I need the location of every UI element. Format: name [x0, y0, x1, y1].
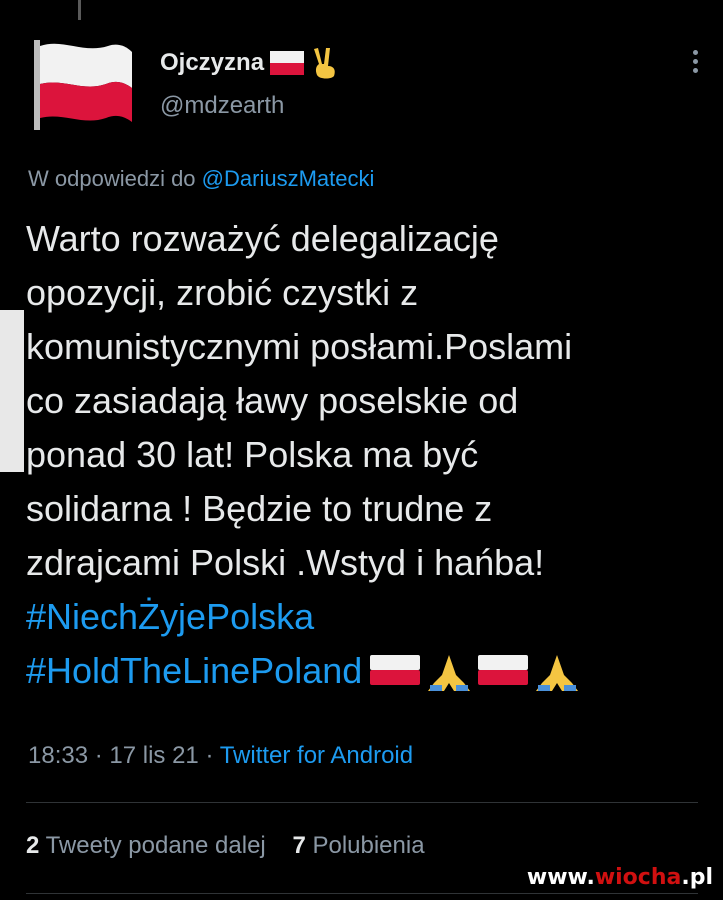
- reply-context: W odpowiedzi do @DariuszMatecki: [28, 166, 374, 192]
- polish-flag-icon: [478, 655, 529, 686]
- likes-label: Polubienia: [312, 832, 425, 859]
- tweet-time[interactable]: 18:33: [28, 742, 88, 769]
- tweet-meta: 18:33 · 17 lis 21 · Twitter for Android: [28, 742, 413, 770]
- emoji-row: [370, 653, 582, 693]
- avatar[interactable]: [28, 36, 138, 132]
- polish-flag-icon: [370, 655, 421, 686]
- watermark: www.wiocha.pl: [527, 865, 713, 890]
- tweet-date[interactable]: 17 lis 21: [109, 742, 198, 769]
- tweet-source-link[interactable]: Twitter for Android: [220, 742, 413, 769]
- author-handle[interactable]: @mdzearth: [160, 92, 284, 120]
- hashtag-link[interactable]: #HoldTheLinePoland: [26, 650, 362, 691]
- tweet-body: Warto rozważyć delegalizację opozycji, z…: [26, 212, 706, 698]
- author-name-row: Ojczyzna: [160, 46, 340, 80]
- polish-flag-icon: [34, 40, 132, 130]
- likes-stat[interactable]: 7 Polubienia: [292, 832, 424, 859]
- watermark-prefix: www.: [526, 865, 595, 890]
- meta-separator: ·: [88, 742, 110, 769]
- polish-flag-icon: [270, 51, 305, 75]
- likes-count: 7: [292, 832, 306, 859]
- tweet-stats: 2 Tweety podane dalej 7 Polubienia: [26, 832, 425, 860]
- retweets-label: Tweety podane dalej: [45, 832, 266, 859]
- praying-hands-icon: [536, 655, 579, 692]
- divider: [26, 802, 698, 803]
- hashtag-link[interactable]: #NiechŻyjePolska: [26, 596, 314, 637]
- watermark-brand: wiocha: [594, 865, 682, 890]
- retweets-stat[interactable]: 2 Tweety podane dalej: [26, 832, 266, 859]
- watermark-suffix: .pl: [681, 865, 713, 890]
- more-vertical-icon[interactable]: [690, 50, 700, 78]
- divider: [26, 893, 698, 894]
- meta-separator: ·: [198, 742, 220, 769]
- top-edge-line: [78, 0, 81, 20]
- reply-mention-link[interactable]: @DariuszMatecki: [202, 166, 375, 191]
- tweet-text: Warto rozważyć delegalizację opozycji, z…: [26, 218, 573, 583]
- retweets-count: 2: [26, 832, 40, 859]
- victory-hand-icon: [314, 48, 335, 79]
- praying-hands-icon: [428, 655, 471, 692]
- reply-prefix: W odpowiedzi do: [28, 166, 196, 191]
- author-name[interactable]: Ojczyzna: [160, 49, 264, 77]
- side-highlight: [0, 310, 24, 472]
